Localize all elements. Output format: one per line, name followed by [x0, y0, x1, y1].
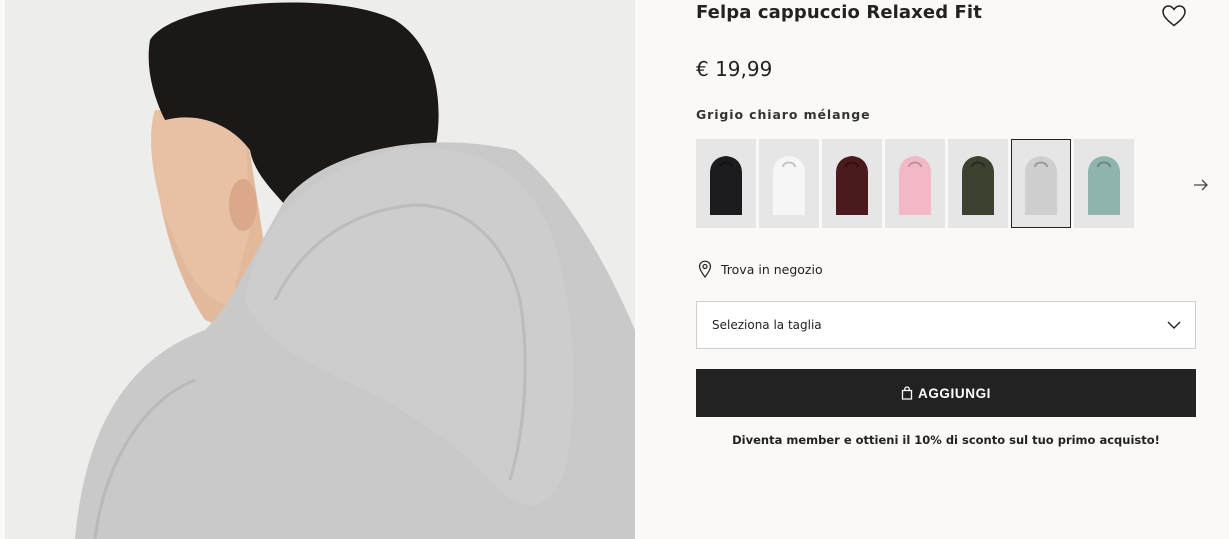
add-to-bag-label: AGGIUNGI [917, 385, 992, 401]
swatch-light-grey-melange[interactable] [1011, 139, 1071, 228]
find-in-store-label: Trova in negozio [721, 261, 823, 277]
product-title: Felpa cappuccio Relaxed Fit [696, 2, 982, 23]
find-in-store-link[interactable]: Trova in negozio [698, 260, 823, 278]
add-to-bag-button[interactable]: AGGIUNGI [696, 369, 1196, 417]
member-promo-text: Diventa member e ottieni il 10% di scont… [732, 433, 1160, 447]
size-select[interactable]: Seleziona la taglia [696, 301, 1196, 349]
swatch-burgundy[interactable] [822, 139, 882, 228]
favorite-heart-icon[interactable] [1161, 4, 1187, 28]
chevron-down-icon [1167, 321, 1181, 329]
size-select-label: Seleziona la taglia [712, 318, 822, 332]
swatch-dark-khaki[interactable] [948, 139, 1008, 228]
swatch-black[interactable] [696, 139, 756, 228]
swatch-mint-green[interactable] [1074, 139, 1134, 228]
swatch-light-pink[interactable] [885, 139, 945, 228]
shopping-bag-icon [901, 386, 913, 400]
swatch-white[interactable] [759, 139, 819, 228]
location-pin-icon [698, 260, 712, 278]
arrow-right-icon[interactable] [1193, 177, 1209, 193]
product-image[interactable] [5, 0, 635, 539]
product-price: € 19,99 [696, 57, 773, 81]
selected-color-name: Grigio chiaro mélange [696, 107, 871, 122]
product-details-panel: Felpa cappuccio Relaxed Fit € 19,99 Grig… [696, 0, 1208, 539]
